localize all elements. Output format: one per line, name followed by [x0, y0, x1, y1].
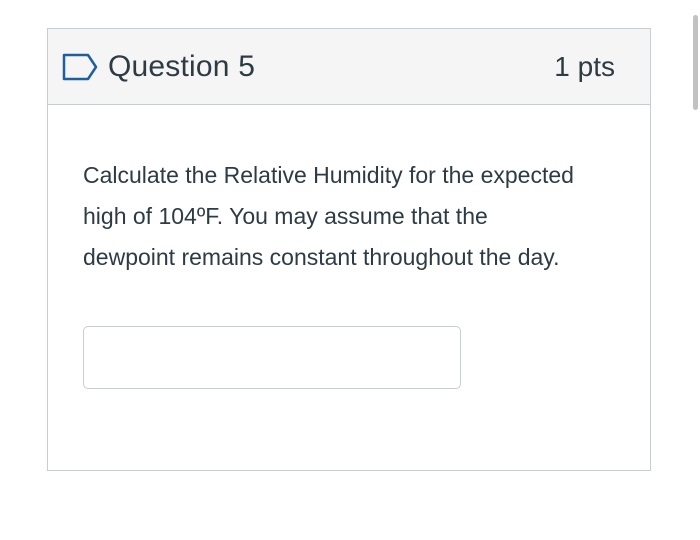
question-title: Question 5 — [108, 49, 256, 83]
flag-outline-icon — [62, 53, 98, 80]
quiz-page: Question 5 1 pts Calculate the Relative … — [0, 0, 700, 540]
question-header-left: Question 5 — [62, 50, 255, 84]
question-body: Calculate the Relative Humidity for the … — [48, 105, 650, 389]
scrollbar-thumb[interactable] — [693, 15, 698, 110]
question-header: Question 5 1 pts — [48, 29, 650, 105]
flag-question-icon[interactable] — [62, 53, 98, 81]
question-points: 1 pts — [554, 50, 615, 82]
answer-input[interactable] — [83, 326, 461, 389]
question-text: Calculate the Relative Humidity for the … — [83, 162, 574, 270]
question-card: Question 5 1 pts Calculate the Relative … — [47, 28, 651, 471]
